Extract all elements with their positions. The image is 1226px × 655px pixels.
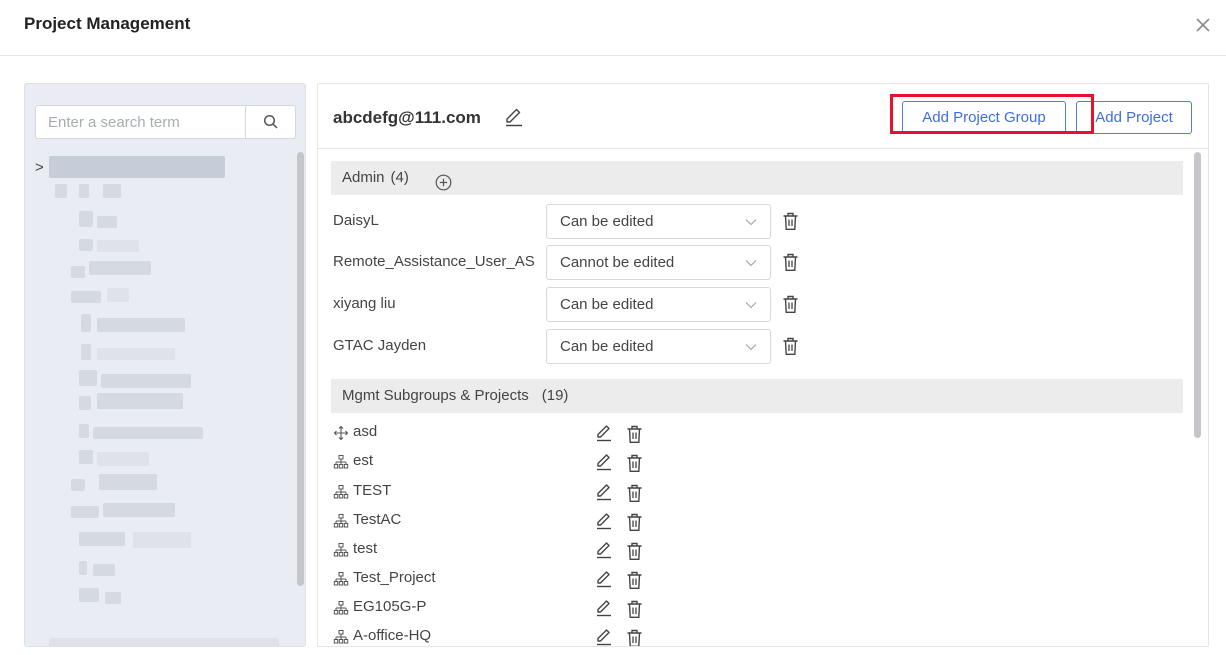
subgroups-section-header: Mgmt Subgroups & Projects (19): [331, 379, 1183, 413]
admin-name: GTAC Jayden: [333, 337, 427, 354]
close-icon[interactable]: [1190, 12, 1216, 38]
project-name: est: [353, 452, 374, 469]
permission-value: Can be edited: [560, 296, 654, 313]
subgroups-count: (19): [541, 387, 569, 404]
edit-icon[interactable]: [594, 627, 614, 647]
add-project-group-button[interactable]: Add Project Group: [902, 101, 1066, 134]
project-name: Test_Project: [353, 569, 436, 586]
admin-row: DaisyL Can be edited: [333, 204, 813, 240]
trash-icon[interactable]: [626, 513, 643, 532]
edit-icon[interactable]: [503, 106, 525, 128]
hierarchy-icon: [333, 543, 349, 557]
edit-icon[interactable]: [594, 511, 614, 531]
project-name: TEST: [353, 482, 392, 499]
detail-scrollbar[interactable]: [1194, 152, 1201, 438]
detail-body: Admin (4) DaisyL Can be edited Remote_Ass: [318, 150, 1208, 647]
trash-icon[interactable]: [626, 425, 643, 444]
project-name: A-office-HQ: [353, 627, 432, 644]
account-email: abcdefg@111.com: [333, 108, 481, 127]
hierarchy-icon: [333, 601, 349, 615]
admin-name: Remote_Assistance_User_AS: [333, 253, 535, 270]
tree-scrollbar[interactable]: [297, 152, 304, 586]
permission-select[interactable]: Can be edited: [546, 287, 771, 322]
permission-value: Can be edited: [560, 213, 654, 230]
hierarchy-icon: [333, 455, 349, 469]
list-item[interactable]: A-office-HQ: [333, 625, 753, 647]
permission-select[interactable]: Cannot be edited: [546, 245, 771, 280]
hierarchy-icon: [333, 572, 349, 586]
add-project-button[interactable]: Add Project: [1076, 101, 1192, 134]
edit-icon[interactable]: [594, 452, 614, 472]
permission-select[interactable]: Can be edited: [546, 204, 771, 239]
edit-icon[interactable]: [594, 482, 614, 502]
trash-icon[interactable]: [626, 454, 643, 473]
project-tree-panel: >: [24, 83, 306, 647]
admin-row: Remote_Assistance_User_AS Cannot be edit…: [333, 245, 813, 281]
trash-icon[interactable]: [782, 212, 799, 231]
chevron-down-icon: [745, 344, 757, 351]
hierarchy-icon: [333, 514, 349, 528]
dialog-header: Project Management: [0, 0, 1226, 56]
subgroups-section-label: Mgmt Subgroups & Projects: [342, 387, 529, 404]
add-circle-icon[interactable]: [435, 170, 452, 191]
trash-icon[interactable]: [626, 542, 643, 561]
search-input[interactable]: [35, 105, 246, 139]
permission-select[interactable]: Can be edited: [546, 329, 771, 364]
chevron-down-icon: [745, 302, 757, 309]
project-name: asd: [353, 423, 378, 440]
trash-icon[interactable]: [782, 337, 799, 356]
chevron-down-icon: [745, 260, 757, 267]
trash-icon[interactable]: [782, 253, 799, 272]
project-tree-list[interactable]: [49, 154, 289, 646]
list-item[interactable]: est: [333, 450, 753, 477]
list-item[interactable]: Test_Project: [333, 567, 753, 594]
admin-count: (4): [390, 169, 409, 186]
project-name: EG105G-P: [353, 598, 427, 615]
list-item[interactable]: asd: [333, 421, 753, 448]
trash-icon[interactable]: [626, 600, 643, 619]
list-item[interactable]: EG105G-P: [333, 596, 753, 623]
move-icon[interactable]: [333, 425, 349, 441]
search-icon: [263, 114, 278, 129]
list-item[interactable]: test: [333, 538, 753, 565]
project-name: test: [353, 540, 378, 557]
admin-section-header: Admin (4): [331, 161, 1183, 195]
hierarchy-icon: [333, 485, 349, 499]
list-item[interactable]: TEST: [333, 480, 753, 507]
trash-icon[interactable]: [626, 629, 643, 647]
admin-name: DaisyL: [333, 212, 379, 229]
project-name: TestAC: [353, 511, 402, 528]
search-button[interactable]: [245, 105, 296, 139]
edit-icon[interactable]: [594, 598, 614, 618]
trash-icon[interactable]: [626, 484, 643, 503]
admin-section-label: Admin: [342, 169, 385, 186]
edit-icon[interactable]: [594, 569, 614, 589]
chevron-down-icon: [745, 219, 757, 226]
detail-header: abcdefg@111.com Add Project Group Add Pr…: [318, 84, 1208, 149]
permission-value: Cannot be edited: [560, 254, 675, 271]
edit-icon[interactable]: [594, 423, 614, 443]
permission-value: Can be edited: [560, 338, 654, 355]
dialog-title: Project Management: [24, 14, 191, 33]
hierarchy-icon: [333, 630, 349, 644]
admin-row: GTAC Jayden Can be edited: [333, 329, 813, 365]
edit-icon[interactable]: [594, 540, 614, 560]
list-item[interactable]: TestAC: [333, 509, 753, 536]
trash-icon[interactable]: [626, 571, 643, 590]
admin-name: xiyang liu: [333, 295, 396, 312]
trash-icon[interactable]: [782, 295, 799, 314]
project-detail-panel: abcdefg@111.com Add Project Group Add Pr…: [317, 83, 1209, 647]
chevron-right-icon[interactable]: >: [35, 159, 44, 176]
admin-row: xiyang liu Can be edited: [333, 287, 813, 323]
